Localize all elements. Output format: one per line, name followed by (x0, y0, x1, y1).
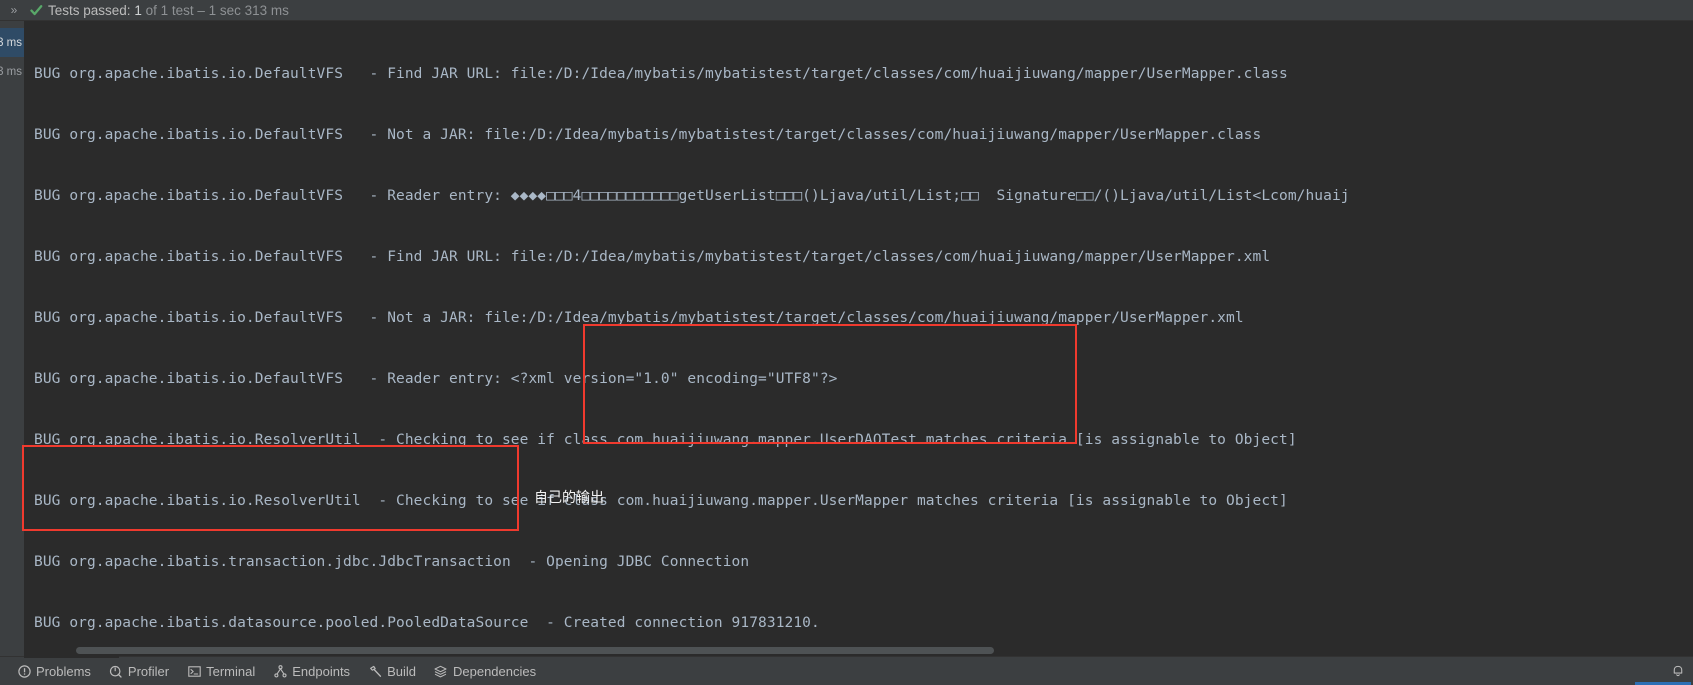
ide-test-run-console: » Tests passed: 1 of 1 test – 1 sec 313 … (0, 0, 1693, 685)
chevrons-right-icon[interactable]: » (0, 4, 28, 16)
profiler-icon (109, 664, 123, 678)
tool-button-terminal[interactable]: Terminal (178, 660, 264, 683)
tool-button-label: Build (387, 663, 416, 679)
tool-button-label: Dependencies (452, 663, 537, 679)
log-line: BUG org.apache.ibatis.io.DefaultVFS - Re… (34, 188, 1350, 204)
tool-button-label: Terminal (206, 663, 256, 679)
console-area: 3 ms 3 ms BUG org.apache.ibatis.io.Defau… (0, 21, 1693, 656)
test-status-suffix: of 1 test – 1 sec 313 ms (145, 2, 289, 18)
timing-gutter: 3 ms 3 ms (0, 21, 24, 656)
log-line: BUG org.apache.ibatis.io.DefaultVFS - No… (34, 310, 1244, 326)
exclamation-circle-icon (17, 664, 31, 678)
gutter-timing-label: 3 ms (0, 65, 22, 78)
log-line: BUG org.apache.ibatis.io.DefaultVFS - Fi… (34, 249, 1271, 265)
test-count: 1 (134, 2, 142, 18)
tool-button-dependencies[interactable]: Dependencies (425, 660, 545, 683)
log-line: BUG org.apache.ibatis.io.DefaultVFS - Fi… (34, 66, 1288, 82)
status-bar-right (1671, 657, 1685, 685)
active-tab-indicator (24, 656, 119, 658)
endpoints-icon (273, 664, 287, 678)
gutter-timing-label: 3 ms (0, 36, 22, 49)
test-status-text: Tests passed: 1 of 1 test – 1 sec 313 ms (48, 3, 289, 18)
log-line: BUG org.apache.ibatis.io.ResolverUtil - … (34, 493, 1288, 509)
tool-button-label: Problems (36, 663, 91, 679)
gutter-timing-row: 3 ms (0, 28, 24, 57)
console-text: BUG org.apache.ibatis.io.DefaultVFS - Fi… (24, 21, 1350, 656)
log-line: BUG org.apache.ibatis.io.DefaultVFS - No… (34, 127, 1262, 143)
horizontal-scrollbar-thumb[interactable] (76, 647, 994, 654)
log-line: BUG org.apache.ibatis.io.DefaultVFS - Re… (34, 371, 838, 387)
annotation-note: 自己的输出 (534, 490, 604, 506)
tool-button-profiler[interactable]: Profiler (100, 660, 178, 683)
tool-window-bar: Problems Profiler Terminal Endpoints Bui… (0, 656, 1693, 685)
gutter-timing-row: 3 ms (0, 57, 24, 86)
tool-button-label: Profiler (127, 663, 170, 679)
check-mark-icon (28, 4, 44, 17)
test-status-bar: » Tests passed: 1 of 1 test – 1 sec 313 … (0, 0, 1693, 21)
test-status-prefix: Tests passed: (48, 2, 131, 18)
terminal-icon (187, 664, 201, 678)
log-line: BUG org.apache.ibatis.datasource.pooled.… (34, 615, 820, 631)
tool-button-problems[interactable]: Problems (8, 660, 100, 683)
log-line: BUG org.apache.ibatis.transaction.jdbc.J… (34, 554, 750, 570)
tool-button-label: Endpoints (292, 663, 351, 679)
horizontal-scrollbar-track[interactable] (24, 645, 1693, 656)
tool-button-build[interactable]: Build (359, 660, 425, 683)
console-output-panel[interactable]: BUG org.apache.ibatis.io.DefaultVFS - Fi… (24, 21, 1693, 656)
layers-icon (434, 664, 448, 678)
event-log-icon[interactable] (1671, 665, 1685, 679)
tool-button-endpoints[interactable]: Endpoints (264, 660, 359, 683)
hammer-icon (368, 664, 382, 678)
log-line: BUG org.apache.ibatis.io.ResolverUtil - … (34, 432, 1297, 448)
